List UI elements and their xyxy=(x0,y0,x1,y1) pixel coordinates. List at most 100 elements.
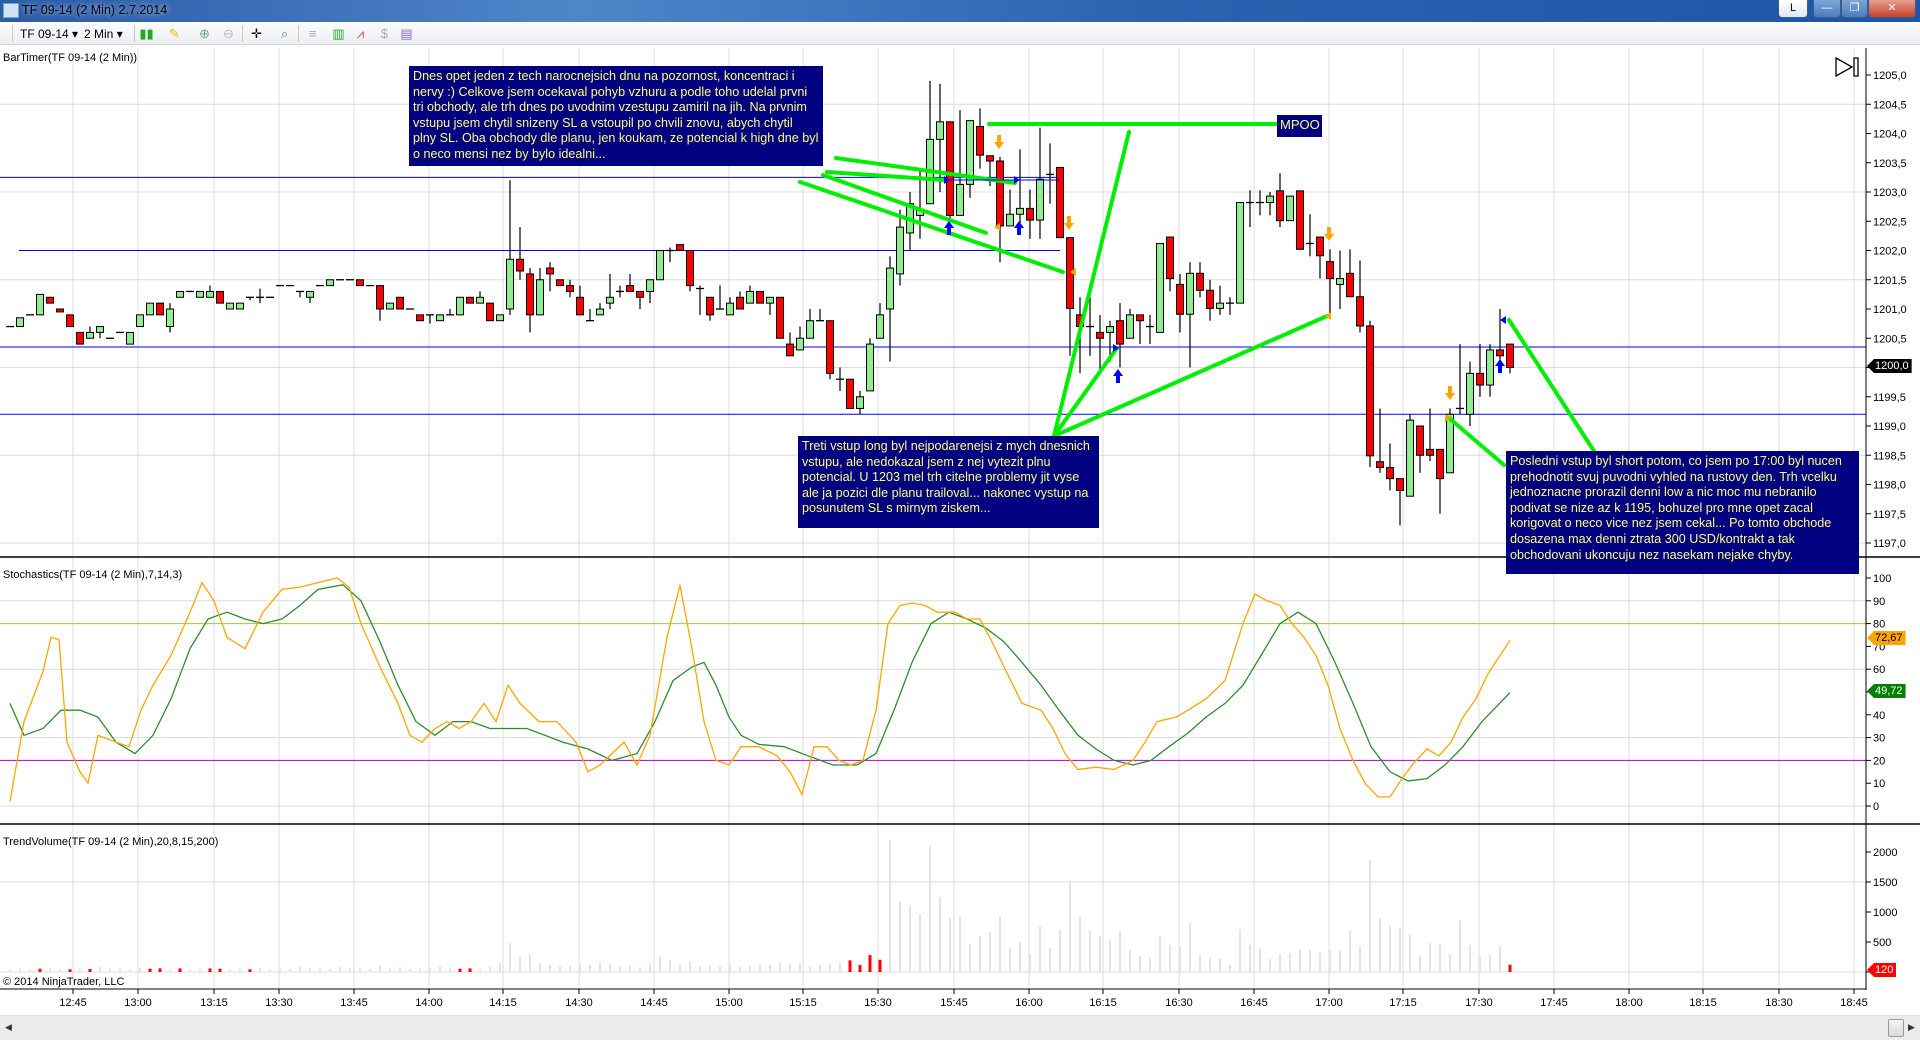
candle xyxy=(1326,249,1334,315)
volume-bar xyxy=(439,966,441,972)
volume-bar xyxy=(858,965,862,972)
volume-bar xyxy=(579,963,581,972)
trendline-drawing[interactable] xyxy=(1447,416,1506,467)
candle xyxy=(396,296,404,310)
candle-body xyxy=(746,290,754,304)
volume-bar xyxy=(949,918,951,972)
volume-bar xyxy=(319,968,321,972)
candle xyxy=(1176,273,1184,333)
candle xyxy=(1136,314,1144,345)
candle xyxy=(296,290,304,298)
candle xyxy=(1486,344,1494,397)
volume-bar xyxy=(119,969,121,972)
horizontal-scrollbar[interactable]: ◀ ▶ xyxy=(0,1015,1920,1040)
scrollbar-thumb[interactable] xyxy=(1888,1019,1904,1037)
volume-bar xyxy=(178,968,182,972)
sell-arrow-icon xyxy=(1064,216,1074,230)
scroll-left-icon[interactable]: ◀ xyxy=(5,1022,12,1033)
time-tick-label: 15:30 xyxy=(864,997,892,1009)
volume-bar xyxy=(719,966,721,972)
candle-body xyxy=(1156,242,1164,333)
buy-arrow-icon xyxy=(1113,369,1123,383)
stoch-tick-label: 10 xyxy=(1873,778,1885,790)
volume-bar xyxy=(99,967,101,972)
sell-arrow-icon xyxy=(1324,227,1334,241)
volume-bar xyxy=(929,845,931,972)
candle-body xyxy=(736,296,744,310)
candle xyxy=(766,296,774,315)
volume-bar xyxy=(1189,922,1191,972)
candle-body xyxy=(1416,425,1424,456)
candle xyxy=(1496,309,1504,362)
candle xyxy=(1296,190,1304,250)
volume-bar xyxy=(49,967,51,972)
candle-body xyxy=(946,121,954,216)
candle-body xyxy=(396,296,404,310)
candle xyxy=(1286,195,1294,222)
annotation-note[interactable]: Dnes opet jeden z tech narocnejsich dnu … xyxy=(409,66,823,166)
stoch-tick-label: 0 xyxy=(1873,801,1879,813)
volume-bar xyxy=(1489,954,1491,972)
price-tick-label: 1204,5 xyxy=(1873,99,1907,111)
candle xyxy=(786,332,794,357)
candle-body xyxy=(1176,283,1184,315)
candle xyxy=(516,227,524,280)
volume-bar xyxy=(599,962,601,972)
candle-body xyxy=(1386,467,1394,480)
candle-body xyxy=(156,302,164,316)
trendline-drawing[interactable] xyxy=(1052,130,1131,438)
volume-bar xyxy=(1149,957,1151,972)
candle xyxy=(966,120,974,198)
candle-body xyxy=(656,250,664,281)
trendline-drawing[interactable] xyxy=(1507,318,1596,453)
volume-bar xyxy=(1019,941,1021,972)
volume-bar xyxy=(1359,946,1361,972)
candle xyxy=(1366,320,1374,467)
candle xyxy=(1246,190,1254,228)
time-tick-label: 18:45 xyxy=(1840,997,1868,1009)
candle-body xyxy=(1366,325,1374,457)
candle xyxy=(636,290,644,309)
volume-bar xyxy=(88,969,92,972)
candle-body xyxy=(1206,289,1214,309)
scroll-right-icon[interactable]: ▶ xyxy=(1908,1022,1915,1033)
mpoo-label[interactable]: MPOO xyxy=(1277,115,1322,137)
candle-body xyxy=(1216,302,1224,309)
candle-body xyxy=(976,125,984,156)
candle xyxy=(1266,192,1274,216)
candle-body xyxy=(516,258,524,272)
candle xyxy=(1146,314,1154,345)
volume-panel-label: TrendVolume(TF 09-14 (2 Min),20,8,15,200… xyxy=(3,836,219,848)
candle xyxy=(386,302,394,310)
candle-body xyxy=(1466,372,1474,415)
volume-bar xyxy=(689,961,691,972)
candle xyxy=(796,326,804,351)
volume-bar xyxy=(779,962,781,972)
volume-bar xyxy=(9,969,11,972)
candle-body xyxy=(956,183,964,216)
volume-bar xyxy=(199,969,201,972)
volume-bar xyxy=(1179,946,1181,972)
candle xyxy=(1466,361,1474,426)
annotation-note[interactable]: Posledni vstup byl short potom, co jsem … xyxy=(1506,451,1859,574)
volume-bar xyxy=(609,964,611,972)
time-tick-label: 16:15 xyxy=(1089,997,1117,1009)
candle xyxy=(436,314,444,322)
volume-bar xyxy=(1249,944,1251,972)
volume-bar xyxy=(1319,952,1321,972)
candle-body xyxy=(466,296,474,304)
buy-arrow-icon xyxy=(1495,359,1505,373)
volume-bar xyxy=(1049,947,1051,972)
annotation-note[interactable]: Treti vstup long byl nejpodarenejsi z my… xyxy=(798,436,1099,528)
volume-bar xyxy=(139,967,141,972)
volume-bar xyxy=(1139,955,1141,972)
candle-body xyxy=(1506,343,1514,369)
volume-bar xyxy=(1219,958,1221,972)
candle-body xyxy=(556,279,564,287)
candle-body xyxy=(1296,190,1304,250)
time-tick-label: 15:15 xyxy=(789,997,817,1009)
candle xyxy=(526,268,534,333)
candle-body xyxy=(856,396,864,409)
candle xyxy=(456,296,464,316)
volume-bar xyxy=(1289,952,1291,972)
